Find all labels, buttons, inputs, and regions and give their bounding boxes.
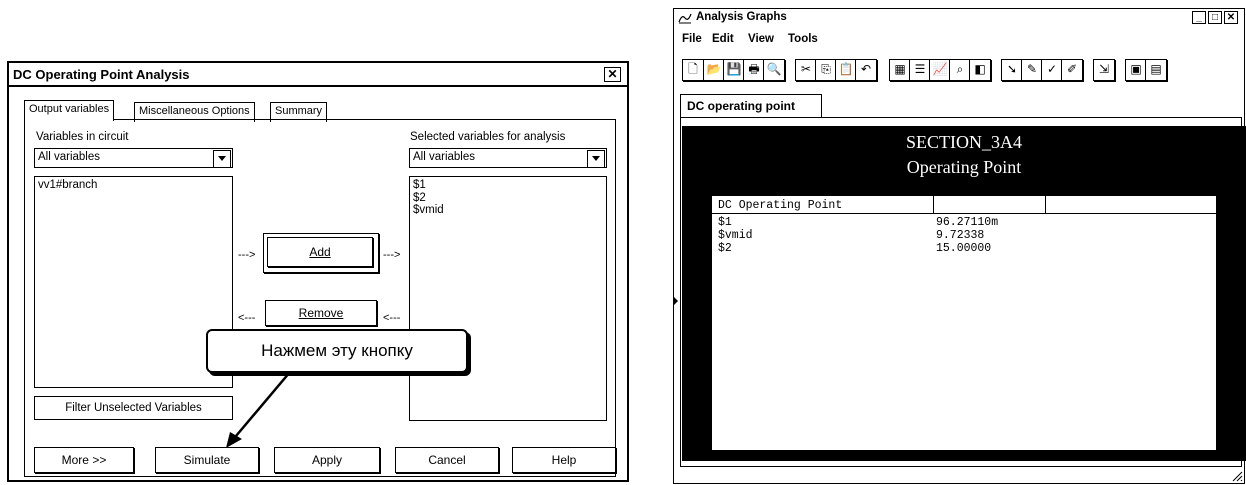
grid-icon[interactable]: ▦	[889, 59, 911, 81]
row-name: $vmid	[718, 229, 753, 242]
table-header-name: DC Operating Point	[712, 196, 934, 214]
cut-icon[interactable]: ✂	[795, 59, 817, 81]
table-header-col2	[934, 196, 1046, 214]
close-icon[interactable]: ✕	[1224, 11, 1238, 24]
chart-icon[interactable]: 📈	[929, 59, 951, 81]
pane-marker-icon	[674, 297, 678, 305]
table-header-col3	[1046, 196, 1216, 214]
properties-icon[interactable]: ▣	[1125, 59, 1147, 81]
app-icon	[678, 13, 692, 24]
paste-icon[interactable]: 📋	[835, 59, 857, 81]
row-value: 9.72338	[936, 229, 985, 242]
cursor-icon[interactable]: ➘	[1001, 59, 1023, 81]
menu-view[interactable]: View	[748, 33, 774, 45]
section-title: SECTION_3A4	[906, 132, 1022, 152]
marker2-icon[interactable]: ✓	[1041, 59, 1063, 81]
tab-label: Output variables	[29, 103, 110, 115]
marker-icon[interactable]: ✎	[1021, 59, 1043, 81]
list-icon[interactable]: ☰	[909, 59, 931, 81]
open-icon[interactable]: 📂	[703, 59, 725, 81]
results-area: SECTION_3A4 Operating Point DC Operating…	[682, 126, 1246, 461]
undo-icon[interactable]: ↶	[855, 59, 877, 81]
window-title: Analysis Graphs	[696, 11, 787, 23]
tab-dc-operating-point[interactable]: DC operating point	[680, 94, 822, 118]
menu-bar: File Edit View Tools	[674, 31, 1244, 49]
row-name: $1	[718, 216, 732, 229]
callout-annotation: Нажмем эту кнопку	[206, 329, 468, 373]
arrow-head-icon	[226, 432, 242, 448]
row-name: $2	[718, 242, 732, 255]
row-value: 15.00000	[936, 242, 992, 255]
maximize-icon[interactable]: □	[1208, 11, 1222, 24]
analysis-graphs-window: Analysis Graphs _ □ ✕ File Edit View Too…	[673, 8, 1246, 484]
row-value: 96.27110m	[936, 216, 999, 229]
resize-grip-icon[interactable]	[1231, 470, 1243, 482]
minimize-icon[interactable]: _	[1192, 11, 1206, 24]
tab-output-variables[interactable]: Output variables	[24, 100, 115, 121]
section-subtitle: Operating Point	[906, 157, 1022, 177]
menu-file[interactable]: File	[682, 33, 702, 45]
copy-icon[interactable]: ⎘	[815, 59, 837, 81]
menu-label: File	[682, 33, 702, 45]
print-preview-icon[interactable]: 🔍	[763, 59, 785, 81]
save-icon[interactable]: 💾	[723, 59, 745, 81]
menu-label: Edit	[712, 33, 734, 45]
results-table: DC Operating Point $1 96.27110m $vmid 9.723…	[712, 196, 1216, 450]
menu-label: Tools	[788, 33, 818, 45]
toolbar: 🗋 📂 💾 🖶 🔍 ✂ ⎘ 📋 ↶ ▦ ☰ 📈 ⌕ ◧ ➘ ✎ ✓ ✐ ⇲ ▣ ▤	[674, 55, 1244, 89]
print-icon[interactable]: 🖶	[743, 59, 765, 81]
export-icon[interactable]: ⇲	[1093, 59, 1115, 81]
toggle-icon[interactable]: ◧	[969, 59, 991, 81]
menu-edit[interactable]: Edit	[712, 33, 734, 45]
zoom-icon[interactable]: ⌕	[949, 59, 971, 81]
callout-arrow	[226, 371, 291, 448]
menu-tools[interactable]: Tools	[788, 33, 818, 45]
marker3-icon[interactable]: ✐	[1061, 59, 1083, 81]
menu-label: View	[748, 33, 774, 45]
properties2-icon[interactable]: ▤	[1145, 59, 1167, 81]
window-titlebar: Analysis Graphs _ □ ✕	[674, 9, 1244, 27]
new-icon[interactable]: 🗋	[682, 59, 704, 81]
